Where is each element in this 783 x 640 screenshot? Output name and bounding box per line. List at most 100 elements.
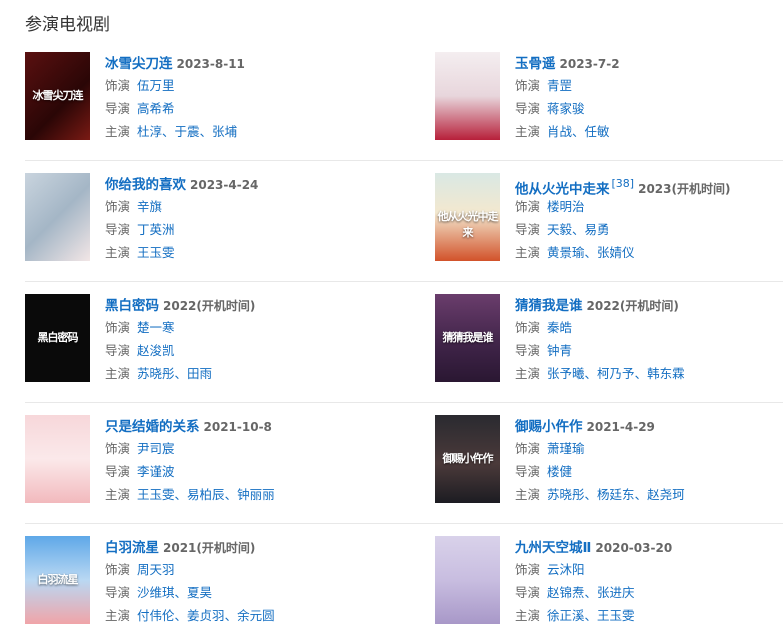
person-link[interactable]: 王玉雯 bbox=[597, 608, 635, 623]
poster-image[interactable]: 白羽流星 bbox=[25, 536, 90, 624]
separator: 、 bbox=[584, 366, 598, 381]
poster-image[interactable]: 黑白密码 bbox=[25, 294, 90, 382]
director-line: 导演 赵浚凯 bbox=[105, 339, 395, 362]
person-link[interactable]: 苏晓彤 bbox=[547, 487, 585, 502]
poster-image[interactable]: 猜猜我是谁 bbox=[435, 294, 500, 382]
show-title-link[interactable]: 冰雪尖刀连 bbox=[105, 56, 173, 72]
role-line-label: 饰演 bbox=[105, 441, 131, 456]
show-title-link[interactable]: 玉骨遥 bbox=[515, 56, 556, 72]
cast-line-label: 主演 bbox=[105, 124, 131, 139]
show-title-link[interactable]: 猜猜我是谁 bbox=[515, 298, 583, 314]
cast-line-label: 主演 bbox=[515, 366, 541, 381]
poster-image[interactable]: 冰雪尖刀连 bbox=[25, 52, 90, 140]
person-link[interactable]: 夏昊 bbox=[187, 585, 212, 600]
person-link[interactable]: 肖战 bbox=[547, 124, 572, 139]
person-link[interactable]: 张埔 bbox=[212, 124, 237, 139]
show-info: 他从火光中走来 [38] 2023(开机时间) 饰演 楼明治 导演 天毅、易勇 主演 黄景瑜、张… bbox=[515, 173, 783, 264]
person-link[interactable]: 姜贞羽 bbox=[187, 608, 225, 623]
person-link[interactable]: 杜淳 bbox=[137, 124, 162, 139]
cast-line: 主演 王玉雯 bbox=[105, 241, 395, 264]
cast-line-label: 主演 bbox=[515, 487, 541, 502]
role-line: 饰演 周天羽 bbox=[105, 558, 395, 581]
person-link[interactable]: 赵锦焘 bbox=[547, 585, 585, 600]
role-name: 伍万里 bbox=[137, 78, 175, 93]
tv-show-grid: 冰雪尖刀连 冰雪尖刀连 2023-8-11 饰演 伍万里 导演 高希希 主演 杜淳、于震、张埔玉… bbox=[25, 40, 783, 640]
show-row: 你给我的喜欢 2023-4-24 饰演 辛旗 导演 丁英洲 主演 王玉雯 他从火光中走来 他从火光… bbox=[25, 161, 783, 282]
separator: 、 bbox=[584, 608, 598, 623]
person-link[interactable]: 余元圆 bbox=[237, 608, 275, 623]
citation-link[interactable]: [38] bbox=[612, 177, 635, 190]
person-link[interactable]: 黄景瑜 bbox=[547, 245, 585, 260]
poster-image[interactable] bbox=[435, 52, 500, 140]
director-line-label: 导演 bbox=[105, 222, 131, 237]
show-info: 猜猜我是谁 2022(开机时间) 饰演 秦皓 导演 钟青 主演 张予曦、柯乃予、韩东霖 bbox=[515, 294, 783, 385]
title-line: 御赐小仵作 2021-4-29 bbox=[515, 415, 783, 437]
separator: 、 bbox=[224, 487, 238, 502]
director-line-label: 导演 bbox=[515, 101, 541, 116]
show-title-link[interactable]: 白羽流星 bbox=[105, 540, 159, 556]
title-line: 你给我的喜欢 2023-4-24 bbox=[105, 173, 395, 195]
person-link[interactable]: 张予曦 bbox=[547, 366, 585, 381]
person-link[interactable]: 钟丽丽 bbox=[237, 487, 275, 502]
person-link[interactable]: 易勇 bbox=[585, 222, 610, 237]
director-line: 导演 天毅、易勇 bbox=[515, 218, 783, 241]
person-link[interactable]: 张进庆 bbox=[597, 585, 635, 600]
director-line-label: 导演 bbox=[515, 464, 541, 479]
director-line: 导演 钟青 bbox=[515, 339, 783, 362]
person-link[interactable]: 苏晓彤 bbox=[137, 366, 175, 381]
poster-image[interactable] bbox=[25, 415, 90, 503]
person-link[interactable]: 易柏辰 bbox=[187, 487, 225, 502]
poster-image[interactable]: 御赐小仵作 bbox=[435, 415, 500, 503]
poster-image[interactable]: 他从火光中走来 bbox=[435, 173, 500, 261]
role-name: 云沐阳 bbox=[547, 562, 585, 577]
poster-image[interactable] bbox=[435, 536, 500, 624]
show-title-link[interactable]: 你给我的喜欢 bbox=[105, 177, 186, 193]
show-title-link[interactable]: 御赐小仵作 bbox=[515, 419, 583, 435]
person-link[interactable]: 王玉雯 bbox=[137, 245, 175, 260]
show-year: 2022(开机时间) bbox=[163, 299, 256, 313]
role-line: 饰演 楚一寒 bbox=[105, 316, 395, 339]
person-link[interactable]: 丁英洲 bbox=[137, 222, 175, 237]
role-line-label: 饰演 bbox=[515, 320, 541, 335]
person-link[interactable]: 楼健 bbox=[547, 464, 572, 479]
role-line-label: 饰演 bbox=[515, 562, 541, 577]
person-link[interactable]: 于震 bbox=[175, 124, 200, 139]
show-title-link[interactable]: 九州天空城Ⅱ bbox=[515, 540, 591, 556]
director-line: 导演 沙维琪、夏昊 bbox=[105, 581, 395, 604]
person-link[interactable]: 王玉雯 bbox=[137, 487, 175, 502]
person-link[interactable]: 付伟伦 bbox=[137, 608, 175, 623]
person-link[interactable]: 张婧仪 bbox=[597, 245, 635, 260]
person-link[interactable]: 田雨 bbox=[187, 366, 212, 381]
separator: 、 bbox=[634, 487, 648, 502]
show-card: 黑白密码 黑白密码 2022(开机时间) 饰演 楚一寒 导演 赵浚凯 主演 苏晓彤、田雨 bbox=[25, 294, 395, 390]
person-link[interactable]: 李谨波 bbox=[137, 464, 175, 479]
section-title: 参演电视剧 bbox=[25, 15, 110, 35]
person-link[interactable]: 高希希 bbox=[137, 101, 175, 116]
cast-line: 主演 张予曦、柯乃予、韩东霖 bbox=[515, 362, 783, 385]
person-link[interactable]: 天毅 bbox=[547, 222, 572, 237]
person-link[interactable]: 任敏 bbox=[585, 124, 610, 139]
person-link[interactable]: 杨廷东 bbox=[597, 487, 635, 502]
show-year: 2021-4-29 bbox=[586, 420, 655, 434]
show-title-link[interactable]: 黑白密码 bbox=[105, 298, 159, 314]
director-line: 导演 蒋家骏 bbox=[515, 97, 783, 120]
show-card: 冰雪尖刀连 冰雪尖刀连 2023-8-11 饰演 伍万里 导演 高希希 主演 杜淳、于震、张埔 bbox=[25, 52, 395, 148]
person-link[interactable]: 徐正溪 bbox=[547, 608, 585, 623]
role-line-label: 饰演 bbox=[105, 562, 131, 577]
person-link[interactable]: 沙维琪 bbox=[137, 585, 175, 600]
role-line-label: 饰演 bbox=[515, 441, 541, 456]
person-link[interactable]: 柯乃予 bbox=[597, 366, 635, 381]
person-link[interactable]: 钟青 bbox=[547, 343, 572, 358]
separator: 、 bbox=[572, 124, 585, 139]
cast-line: 主演 杜淳、于震、张埔 bbox=[105, 120, 395, 143]
role-line-label: 饰演 bbox=[105, 199, 131, 214]
person-link[interactable]: 韩东霖 bbox=[647, 366, 685, 381]
show-card: 玉骨遥 2023-7-2 饰演 青罡 导演 蒋家骏 主演 肖战、任敏 bbox=[435, 52, 783, 148]
role-name: 楼明治 bbox=[547, 199, 585, 214]
show-title-link[interactable]: 只是结婚的关系 bbox=[105, 419, 200, 435]
poster-text: 黑白密码 bbox=[37, 331, 79, 345]
person-link[interactable]: 赵尧珂 bbox=[647, 487, 685, 502]
person-link[interactable]: 赵浚凯 bbox=[137, 343, 175, 358]
person-link[interactable]: 蒋家骏 bbox=[547, 101, 585, 116]
poster-image[interactable] bbox=[25, 173, 90, 261]
